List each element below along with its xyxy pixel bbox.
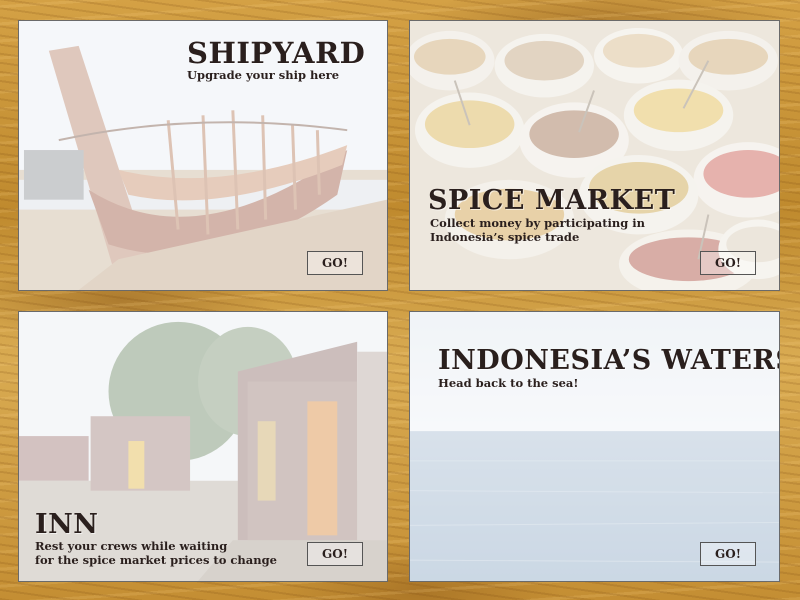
location-card-inn: INN Rest your crews while waiting for th… [18,311,388,582]
shipyard-description: Upgrade your ship here [187,68,340,82]
location-card-spice-market: SPICE MARKET Collect money by participat… [409,20,780,291]
indonesias-waters-title: INDONESIA’S WATERS [438,345,780,376]
spice-market-title: SPICE MARKET [428,185,676,216]
spice-market-go-button[interactable]: GO! [700,251,756,275]
shipyard-go-button[interactable]: GO! [307,251,363,275]
inn-title: INN [35,509,99,540]
shipyard-title: SHIPYARD [187,36,366,70]
inn-description: Rest your crews while waiting for the sp… [35,539,277,567]
indonesias-waters-go-button[interactable]: GO! [700,542,756,566]
inn-go-button[interactable]: GO! [307,542,363,566]
spice-market-description: Collect money by participating in Indone… [430,216,646,244]
location-card-shipyard: SHIPYARD Upgrade your ship here GO! [18,20,388,291]
indonesias-waters-description: Head back to the sea! [438,376,579,390]
location-card-indonesias-waters: INDONESIA’S WATERS Head back to the sea!… [409,311,780,582]
